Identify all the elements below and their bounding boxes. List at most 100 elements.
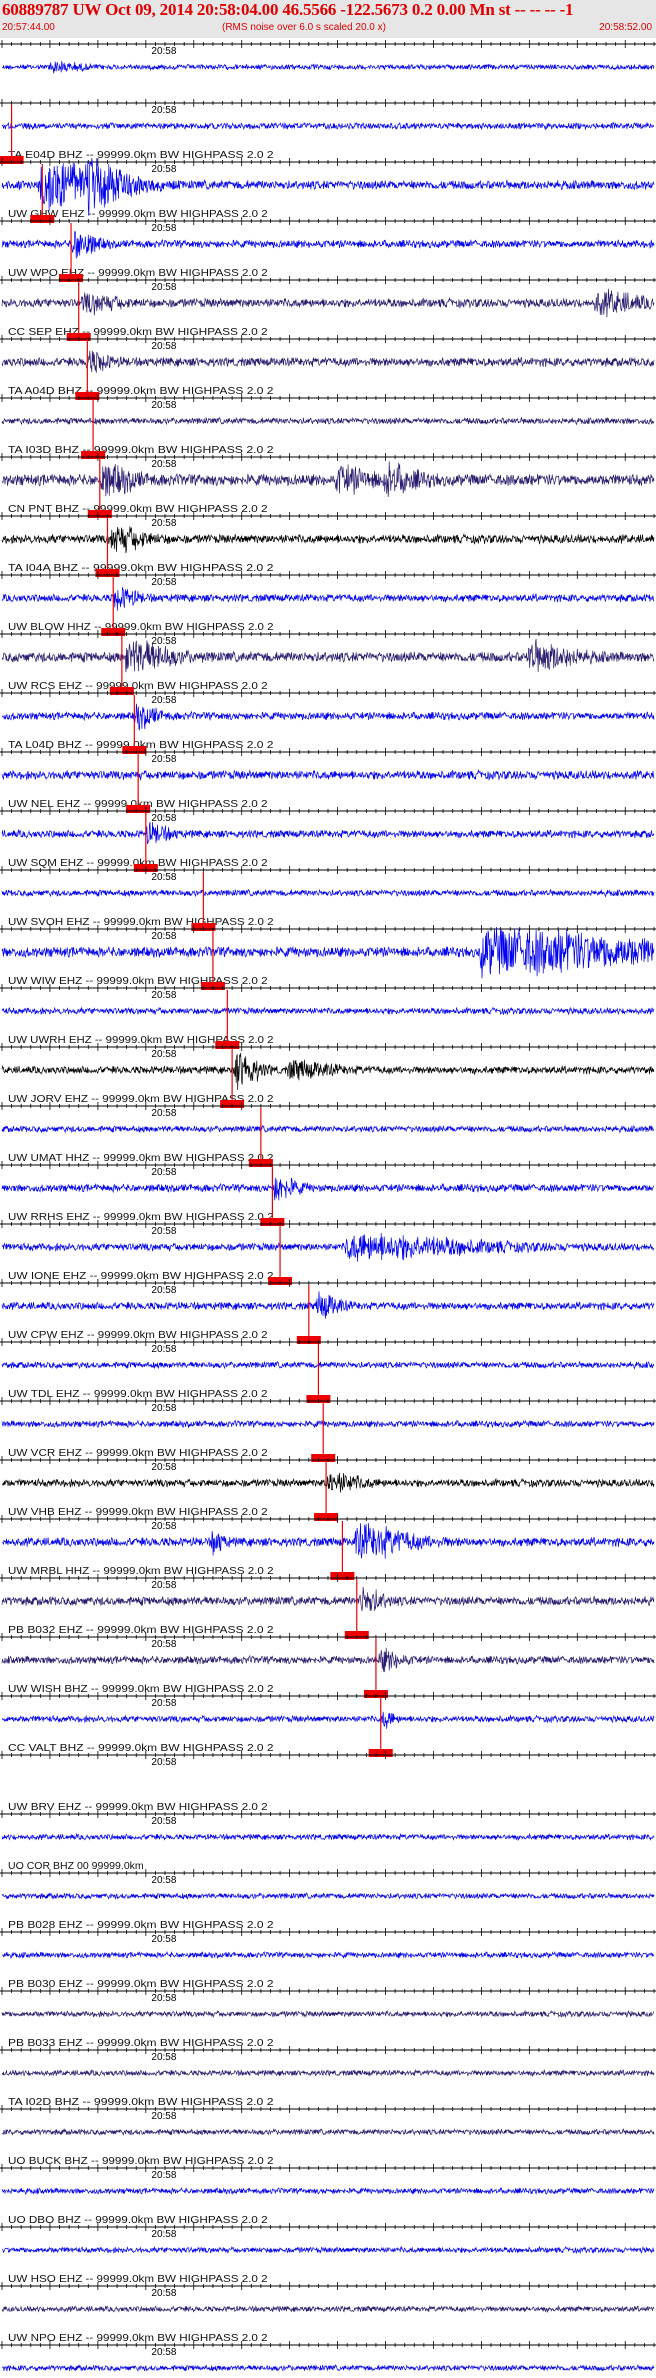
station-label: UW BRV EHZ -- 99999.0km BW HIGHPASS 2.0 … [8, 1802, 268, 1813]
waveform-trace [1, 1586, 655, 1612]
time-mark-label: 20:58 [151, 223, 176, 234]
pick-marker [311, 1454, 336, 1462]
time-mark-label: 20:58 [151, 1285, 176, 1296]
station-label: CC SEP EHZ -- 99999.0km BW HIGHPASS 2.0 … [8, 327, 268, 338]
station-label: UW IONE EHZ -- 99999.0km BW HIGHPASS 2.0… [8, 1271, 274, 1282]
waveform-trace [1, 1177, 655, 1201]
time-mark-label: 20:58 [151, 2052, 176, 2063]
time-mark-label: 20:58 [151, 518, 176, 529]
waveform-trace [1, 1360, 655, 1370]
station-label: TA A04D BHZ -- 99999.0km BW HIGHPASS 2.0… [8, 386, 274, 397]
station-label: UW MRBL HHZ -- 99999.0km BW HIGHPASS 2.0… [8, 1566, 274, 1577]
station-label: UW TDL EHZ -- 99999.0km BW HIGHPASS 2.0 … [8, 1389, 268, 1400]
time-mark-label: 20:58 [151, 813, 176, 824]
waveform-trace [1, 1950, 655, 1960]
station-label: PB B028 EHZ -- 99999.0km BW HIGHPASS 2.0… [8, 1920, 274, 1931]
station-label: UW WIW EHZ -- 99999.0km BW HIGHPASS 2.0 … [8, 976, 268, 987]
pick-marker [122, 746, 147, 754]
waveform-trace [1, 1472, 655, 1493]
waveform-trace [1, 1232, 655, 1262]
time-mark-label: 20:58 [151, 2111, 176, 2122]
time-mark-label: 20:58 [151, 1108, 176, 1119]
time-mark-label: 20:58 [151, 636, 176, 647]
time-mark-label: 20:58 [151, 1226, 176, 1237]
waveform-trace [1, 1647, 655, 1673]
station-label: TA E04D BHZ -- 99999.0km BW HIGHPASS 2.0… [8, 150, 274, 161]
waveform-trace [1, 121, 654, 131]
time-mark-label: 20:58 [151, 46, 176, 57]
station-label: UW VHB EHZ -- 99999.0km BW HIGHPASS 2.0 … [8, 1507, 268, 1518]
waveform-trace [1, 1053, 655, 1091]
time-mark-label: 20:58 [151, 1344, 176, 1355]
station-label: UW NPO EHZ -- 99999.0km BW HIGHPASS 2.0 … [8, 2333, 268, 2344]
time-mark-label: 20:58 [151, 2288, 176, 2299]
station-label: PB B033 EHZ -- 99999.0km BW HIGHPASS 2.0… [8, 2038, 274, 2049]
station-label: UW WISH BHZ -- 99999.0km BW HIGHPASS 2.0… [8, 1684, 274, 1695]
station-label: UW RRHS EHZ -- 99999.0km BW HIGHPASS 2.0… [8, 1212, 274, 1223]
station-label: UO COR BHZ 00 99999.0km [8, 1861, 144, 1872]
station-label: CN PNT BHZ -- 99999.0km BW HIGHPASS 2.0 … [8, 504, 268, 515]
waveform-trace [1, 1124, 655, 1134]
waveform-trace [1, 1419, 655, 1429]
time-mark-label: 20:58 [151, 1167, 176, 1178]
station-label: UW WPO EHZ -- 99999.0km BW HIGHPASS 2.0 … [8, 268, 268, 279]
station-label: UO BUCK BHZ -- 99999.0km BW HIGHPASS 2.0… [8, 2156, 274, 2167]
station-label: UW HSO EHZ -- 99999.0km BW HIGHPASS 2.0 … [8, 2274, 268, 2285]
time-mark-label: 20:58 [151, 1757, 176, 1768]
waveform-trace [2, 1711, 655, 1729]
time-mark-label: 20:58 [151, 931, 176, 942]
waveform-trace [1, 1892, 655, 1900]
time-mark-label: 20:58 [151, 1521, 176, 1532]
time-mark-label: 20:58 [151, 1462, 176, 1473]
time-mark-label: 20:58 [151, 341, 176, 352]
pick-marker [30, 215, 55, 223]
station-label: PB B032 EHZ -- 99999.0km BW HIGHPASS 2.0… [8, 1625, 274, 1636]
time-mark-label: 20:58 [151, 872, 176, 883]
waveform-trace [1, 888, 655, 898]
station-label: UO DBO BHZ -- 99999.0km BW HIGHPASS 2.0 … [8, 2215, 268, 2226]
time-mark-label: 20:58 [151, 1639, 176, 1650]
waveform-trace [1, 821, 655, 845]
time-mark-label: 20:58 [151, 754, 176, 765]
waveform-trace [1, 2245, 655, 2254]
time-mark-label: 20:58 [151, 2170, 176, 2181]
time-mark-label: 20:58 [151, 1934, 176, 1945]
time-mark-label: 20:58 [151, 400, 176, 411]
waveform-trace [1, 2304, 655, 2314]
station-label: TA I02D BHZ -- 99999.0km BW HIGHPASS 2.0… [8, 2097, 274, 2108]
seismogram-plot: 20:58 20:58 TA E04D BHZ -- 99999.0km BW HI… [0, 40, 656, 2372]
time-mark-label: 20:58 [151, 164, 176, 175]
pick-marker [101, 628, 126, 636]
waveform-trace [1, 2009, 654, 2018]
waveform-trace [1, 2364, 655, 2372]
time-mark-label: 20:58 [151, 2229, 176, 2240]
station-label: UW UMAT HHZ -- 99999.0km BW HIGHPASS 2.0… [8, 1153, 274, 1164]
time-mark-label: 20:58 [151, 1580, 176, 1591]
time-mark-label: 20:58 [151, 459, 176, 470]
pick-marker [126, 805, 151, 813]
time-mark-label: 20:58 [151, 577, 176, 588]
start-time: 20:57:44.00 [2, 22, 55, 33]
time-mark-label: 20:58 [151, 282, 176, 293]
waveform-trace [1, 638, 655, 673]
pick-marker [87, 510, 112, 518]
pick-marker [314, 1513, 339, 1521]
time-mark-label: 20:58 [151, 1698, 176, 1709]
pick-marker [59, 274, 84, 282]
pick-marker [215, 1041, 240, 1049]
station-label: UW BLOW HHZ -- 99999.0km BW HIGHPASS 2.0… [8, 622, 274, 633]
station-label: UW RCS EHZ -- 99999.0km BW HIGHPASS 2.0 … [8, 681, 268, 692]
waveform-trace [1, 1832, 655, 1842]
waveform-trace [1, 416, 655, 426]
pick-marker [368, 1749, 393, 1757]
pick-marker [109, 687, 134, 695]
time-mark-label: 20:58 [151, 1816, 176, 1827]
time-mark-label: 20:58 [151, 1875, 176, 1886]
waveform-trace [1, 1523, 655, 1559]
waveform-trace [1, 926, 655, 979]
time-mark-label: 20:58 [151, 1993, 176, 2004]
time-mark-label: 20:58 [151, 1403, 176, 1414]
end-time: 20:58:52.00 [599, 22, 652, 33]
time-mark-label: 20:58 [151, 1049, 176, 1060]
time-mark-label: 20:58 [151, 695, 176, 706]
